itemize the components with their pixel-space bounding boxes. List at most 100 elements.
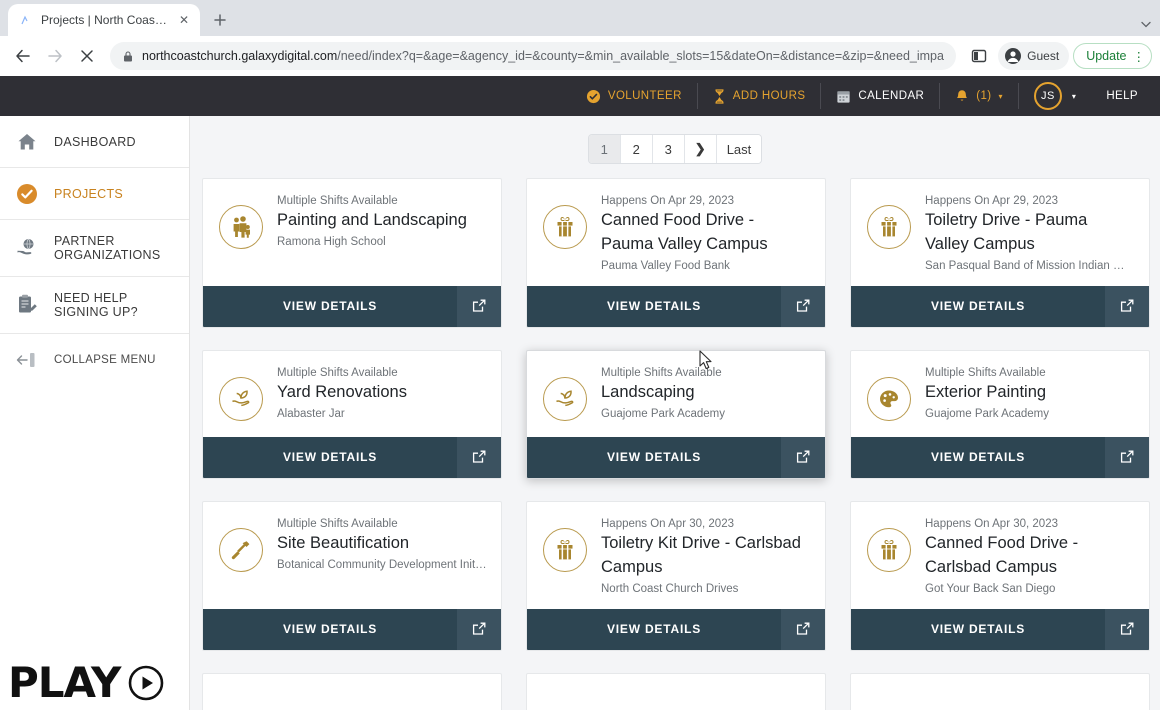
view-details-button[interactable]: VIEW DETAILS [527, 437, 781, 478]
project-card[interactable]: Multiple Shifts Available Site Beautific… [202, 500, 502, 651]
profile-button[interactable]: Guest [998, 42, 1070, 70]
chevron-down-icon[interactable]: ▾ [999, 92, 1003, 101]
next-page-button[interactable]: ❯ [684, 135, 717, 163]
new-tab-button[interactable] [206, 6, 234, 34]
sidebar-item-dashboard[interactable]: DASHBOARD [0, 116, 189, 168]
card-body: Multiple Shifts Available Painting and L… [203, 179, 501, 285]
nav-add-hours[interactable]: ADD HOURS [698, 83, 822, 109]
forward-icon[interactable] [40, 41, 70, 71]
last-page-button[interactable]: Last [716, 135, 762, 163]
card-title: Yard Renovations [277, 382, 407, 401]
page-3-button[interactable]: 3 [652, 135, 685, 163]
update-button[interactable]: Update ⋮ [1073, 43, 1152, 69]
sidebar-item-label: COLLAPSE MENU [54, 354, 156, 366]
gift-icon [867, 205, 911, 249]
share-icon[interactable] [457, 608, 501, 650]
address-bar[interactable]: northcoastchurch.galaxydigital.com/need/… [110, 42, 957, 70]
pagination-group: 1 2 3 ❯ Last [587, 134, 763, 164]
card-availability: Happens On Apr 29, 2023 [925, 195, 1058, 207]
project-card[interactable]: Multiple Shifts Available Yard Renovatio… [202, 349, 502, 479]
update-label: Update [1086, 49, 1127, 63]
card-organization: Alabaster Jar [277, 407, 345, 420]
plant-hand-icon [219, 376, 263, 421]
pagination: 1 2 3 ❯ Last [190, 116, 1160, 178]
nav-calendar[interactable]: CALENDAR [821, 83, 941, 109]
card-organization: Pauma Valley Food Bank [601, 259, 730, 272]
nav-notifications[interactable]: (1) ▾ [940, 83, 1019, 109]
view-details-button[interactable]: VIEW DETAILS [203, 286, 457, 327]
card-availability: Multiple Shifts Available [277, 517, 398, 530]
card-title: Canned Food Drive - Pauma Valley Campus [601, 211, 768, 253]
project-card[interactable] [850, 672, 1150, 710]
check-circle-icon [14, 183, 40, 205]
project-card[interactable] [202, 672, 502, 710]
card-text: Multiple Shifts Available Painting and L… [277, 195, 487, 271]
share-icon[interactable] [781, 285, 825, 327]
play-overlay[interactable]: PLAY [8, 662, 164, 704]
url-path: /need/index?q=&age=&agency_id=&county=&m… [337, 49, 944, 63]
browser-chrome: Projects | North Coast Church ✕ northcoa… [0, 0, 1160, 76]
project-card[interactable]: Multiple Shifts Available Painting and L… [202, 178, 502, 328]
nav-account[interactable]: JS ▾ [1019, 82, 1091, 110]
share-icon[interactable] [1105, 436, 1149, 478]
card-availability: Multiple Shifts Available [277, 366, 398, 379]
view-details-button[interactable]: VIEW DETAILS [851, 609, 1105, 650]
browser-tab[interactable]: Projects | North Coast Church ✕ [8, 4, 200, 36]
page-2-button[interactable]: 2 [620, 135, 653, 163]
clipboard-pencil-icon [14, 293, 40, 317]
share-icon[interactable] [1105, 285, 1149, 327]
sidebar-item-label: NEED HELP SIGNING UP? [54, 291, 138, 319]
share-icon[interactable] [781, 608, 825, 650]
nav-notifications-label: (1) [976, 90, 992, 102]
view-details-button[interactable]: VIEW DETAILS [527, 609, 781, 650]
project-card[interactable]: Happens On Apr 29, 2023 Canned Food Driv… [526, 178, 826, 328]
card-organization: North Coast Church Drives [601, 582, 739, 595]
card-footer: VIEW DETAILS [527, 285, 825, 327]
view-details-button[interactable]: VIEW DETAILS [851, 437, 1105, 478]
share-icon[interactable] [1105, 608, 1149, 650]
project-card[interactable] [526, 672, 826, 710]
share-icon[interactable] [781, 436, 825, 478]
sidebar: DASHBOARD PROJECTS PARTNER ORGANIZATIONS… [0, 116, 190, 710]
nav-volunteer[interactable]: VOLUNTEER [571, 83, 698, 109]
view-details-button[interactable]: VIEW DETAILS [527, 286, 781, 327]
card-text: Happens On Apr 30, 2023 Toiletry Kit Dri… [601, 518, 811, 595]
hand-globe-icon [14, 236, 40, 260]
play-circle-icon[interactable] [128, 665, 164, 701]
card-organization: Ramona High School [277, 235, 386, 248]
card-text: Multiple Shifts Available Landscaping Gu… [601, 367, 811, 423]
card-body: Multiple Shifts Available Exterior Paint… [851, 351, 1149, 437]
page-1-button[interactable]: 1 [588, 135, 621, 163]
sidebar-item-need-help-signing-up[interactable]: NEED HELP SIGNING UP? [0, 277, 189, 334]
project-card[interactable]: Happens On Apr 30, 2023 Canned Food Driv… [850, 500, 1150, 651]
sidebar-item-label: DASHBOARD [54, 134, 136, 149]
stop-loading-icon[interactable] [72, 41, 102, 71]
bell-icon [955, 89, 969, 104]
sidebar-item-collapse-menu[interactable]: COLLAPSE MENU [0, 334, 189, 386]
card-footer: VIEW DETAILS [203, 285, 501, 327]
tabstrip-overflow[interactable] [1140, 18, 1160, 36]
share-icon[interactable] [457, 285, 501, 327]
more-menu-icon[interactable]: ⋮ [1133, 49, 1146, 64]
view-details-button[interactable]: VIEW DETAILS [851, 286, 1105, 327]
share-icon[interactable] [457, 436, 501, 478]
sidebar-item-partner-organizations[interactable]: PARTNER ORGANIZATIONS [0, 220, 189, 277]
sidebar-item-projects[interactable]: PROJECTS [0, 168, 189, 220]
chevron-down-icon[interactable]: ▾ [1072, 92, 1076, 101]
project-card[interactable]: Multiple Shifts Available Landscaping Gu… [526, 349, 826, 479]
card-organization: Guajome Park Academy [601, 407, 726, 420]
hammer-icon [219, 527, 263, 572]
project-card[interactable]: Happens On Apr 29, 2023 Toiletry Drive -… [850, 178, 1150, 328]
card-availability: Multiple Shifts Available [925, 366, 1046, 379]
project-card[interactable]: Happens On Apr 30, 2023 Toiletry Kit Dri… [526, 500, 826, 651]
back-icon[interactable] [8, 41, 38, 71]
page-icon [19, 13, 33, 27]
view-details-button[interactable]: VIEW DETAILS [203, 609, 457, 650]
avatar [1004, 47, 1022, 65]
side-panel-icon[interactable] [964, 41, 994, 71]
nav-help[interactable]: HELP [1091, 83, 1160, 109]
close-icon[interactable]: ✕ [176, 12, 192, 28]
project-card[interactable]: Multiple Shifts Available Exterior Paint… [850, 349, 1150, 479]
card-availability: Multiple Shifts Available [277, 195, 398, 207]
view-details-button[interactable]: VIEW DETAILS [203, 437, 457, 478]
